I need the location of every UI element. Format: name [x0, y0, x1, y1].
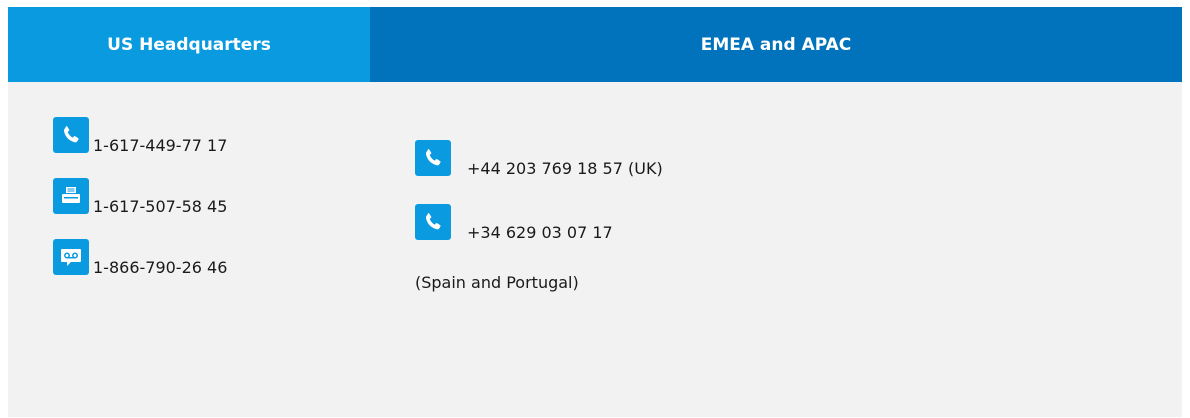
- phone-icon: [415, 140, 451, 176]
- emea-uk-phone-number: +44 203 769 18 57 (UK): [467, 159, 663, 178]
- us-voicemail-number: 1-866-790-26 46: [93, 258, 228, 277]
- voicemail-icon: [53, 239, 89, 275]
- emea-apac-header: EMEA and APAC: [370, 7, 1182, 82]
- contact-body: 1-617-449-77 17 1-617-507-58 45 1-866-79…: [8, 82, 1182, 417]
- emea-es-phone-item: +34 629 03 07 17: [415, 204, 613, 242]
- us-phone-number: 1-617-449-77 17: [93, 136, 228, 155]
- contact-table: US Headquarters EMEA and APAC 1-617-449-…: [8, 7, 1182, 417]
- us-headquarters-header: US Headquarters: [8, 7, 370, 82]
- us-voicemail-item: 1-866-790-26 46: [53, 239, 228, 277]
- us-fax-number: 1-617-507-58 45: [93, 197, 228, 216]
- us-phone-item: 1-617-449-77 17: [53, 117, 228, 155]
- phone-icon: [415, 204, 451, 240]
- emea-es-phone-number: +34 629 03 07 17: [467, 223, 613, 242]
- emea-spain-portugal-note: (Spain and Portugal): [415, 273, 579, 292]
- us-fax-item: 1-617-507-58 45: [53, 178, 228, 216]
- phone-icon: [53, 117, 89, 153]
- fax-icon: [53, 178, 89, 214]
- emea-uk-phone-item: +44 203 769 18 57 (UK): [415, 140, 663, 178]
